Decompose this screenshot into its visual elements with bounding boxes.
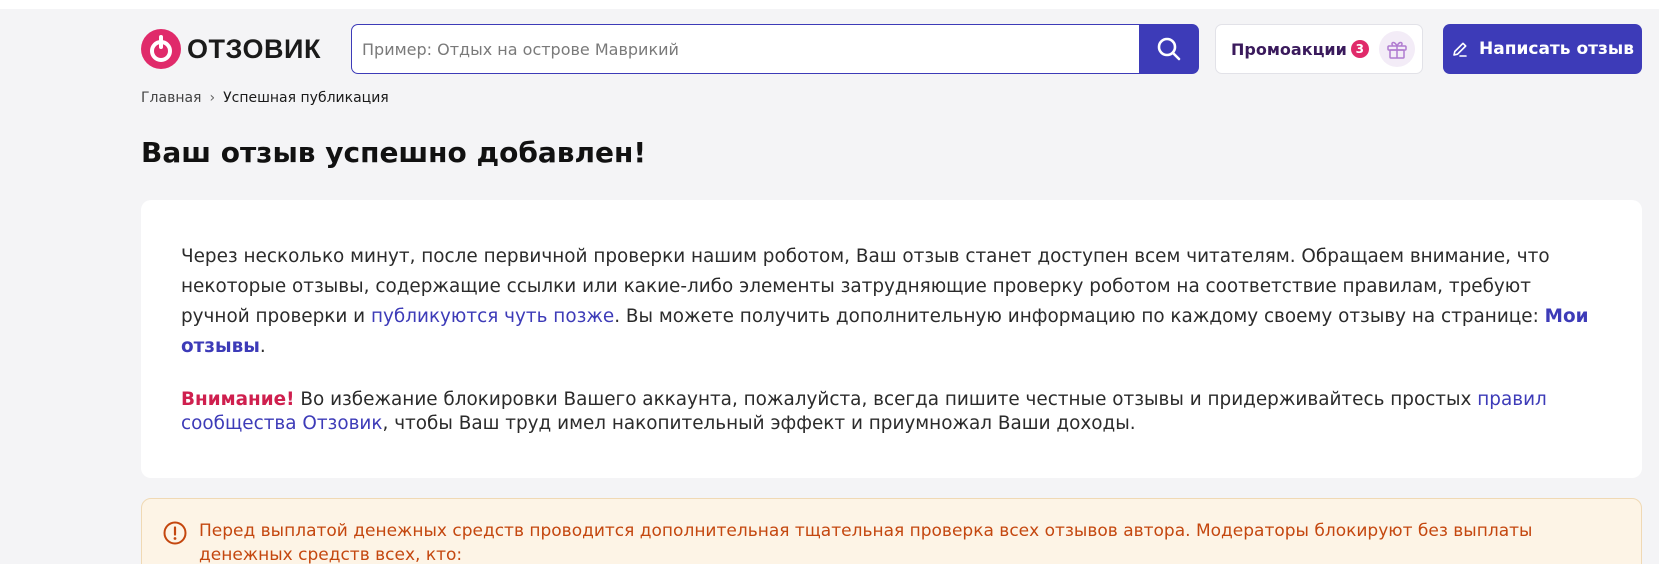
warning-text: Перед выплатой денежных средств проводит…: [199, 521, 1533, 564]
logo-icon: [141, 29, 181, 69]
write-review-button[interactable]: Написать отзыв: [1443, 24, 1642, 74]
page-title: Ваш отзыв успешно добавлен!: [141, 136, 647, 169]
site-header: ОТЗОВИК Промоакции 3 Написа: [141, 24, 1642, 74]
search-input[interactable]: [351, 24, 1139, 74]
info-paragraph: Через несколько минут, после первичной п…: [181, 242, 1602, 362]
pencil-icon: [1453, 42, 1467, 57]
gift-icon: [1378, 31, 1415, 67]
search-icon: [1157, 37, 1181, 61]
breadcrumb-current: Успешная публикация: [223, 90, 389, 106]
exclamation-icon: [163, 521, 187, 545]
top-strip: [0, 0, 1659, 9]
search-bar: [351, 24, 1199, 74]
write-review-label: Написать отзыв: [1479, 39, 1634, 59]
site-logo[interactable]: ОТЗОВИК: [141, 28, 321, 70]
logo-text: ОТЗОВИК: [187, 33, 321, 64]
breadcrumb-separator: ›: [209, 90, 216, 106]
warning-notice: Перед выплатой денежных средств проводит…: [141, 498, 1642, 564]
info-text-3: .: [259, 336, 266, 357]
breadcrumb: Главная › Успешная публикация: [141, 90, 389, 106]
promo-label: Промоакции: [1231, 39, 1347, 59]
attention-label: Внимание!: [181, 389, 295, 410]
search-button[interactable]: [1139, 24, 1199, 74]
breadcrumb-home-link[interactable]: Главная: [141, 90, 201, 106]
info-text-2: . Вы можете получить дополнительную инфо…: [614, 306, 1545, 327]
attention-paragraph: Внимание! Во избежание блокировки Вашего…: [181, 388, 1602, 436]
promo-count-badge: 3: [1350, 40, 1369, 58]
publish-later-link[interactable]: публикуются чуть позже: [371, 306, 614, 327]
attention-text: Во избежание блокировки Вашего аккаунта,…: [294, 389, 1478, 410]
promo-button[interactable]: Промоакции 3: [1215, 24, 1423, 74]
info-card: Через несколько минут, после первичной п…: [141, 200, 1642, 478]
attention-tail: , чтобы Ваш труд имел накопительный эффе…: [382, 413, 1136, 434]
